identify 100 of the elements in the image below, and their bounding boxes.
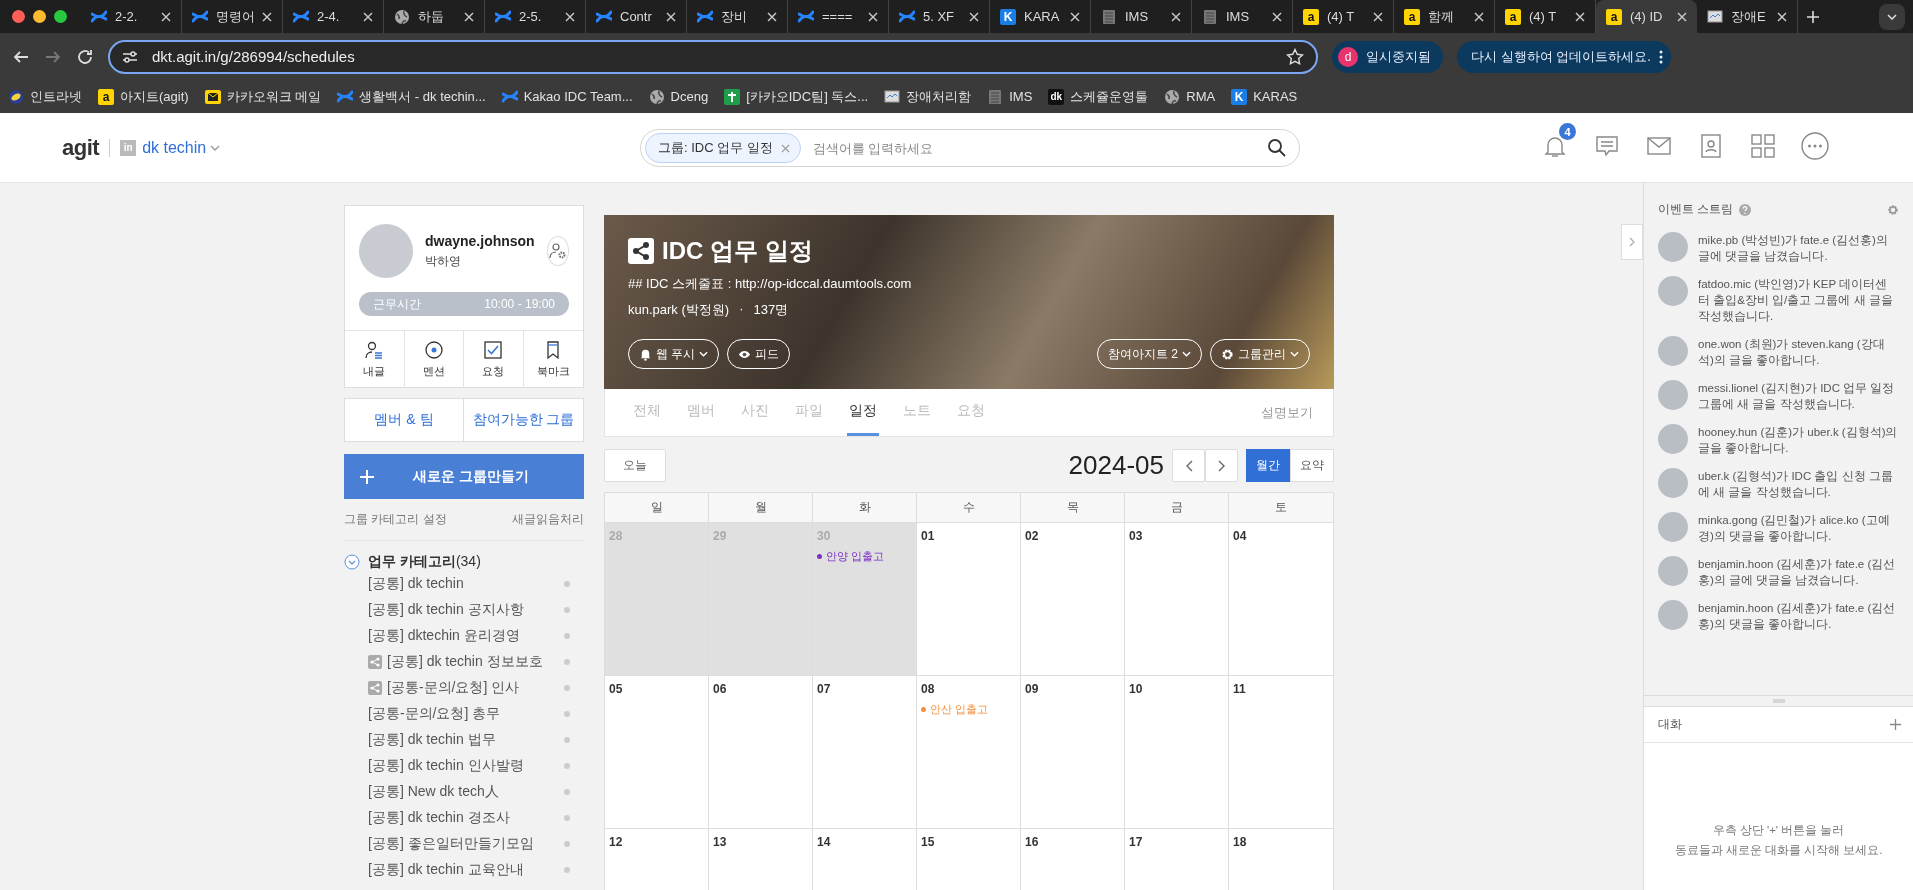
category-item[interactable]: [공통] dk techin 정보보호	[344, 649, 584, 675]
close-icon[interactable]	[969, 11, 979, 22]
bookmark-item[interactable]: RMA	[1164, 88, 1216, 105]
sidebar-link[interactable]: 그룹 카테고리 설정	[344, 511, 447, 528]
category-item[interactable]: [공통] dk techin 경조사	[344, 805, 584, 831]
group-tab[interactable]: 일정	[847, 389, 879, 436]
event-text[interactable]: one.won (최원)가 steven.kang (강대석)의 글을 좋아합니다.	[1698, 336, 1899, 368]
day-cell[interactable]: 06	[709, 676, 813, 829]
day-cell[interactable]: 05	[605, 676, 709, 829]
shortcut-button[interactable]: 북마크	[523, 331, 583, 387]
event-text[interactable]: hooney.hun (김훈)가 uber.k (김형석)의 글을 좋아합니다.	[1698, 424, 1899, 456]
logo-icon: K	[1000, 8, 1016, 25]
shortcut-button[interactable]: 요청	[464, 331, 524, 387]
cross-logo-icon	[337, 88, 354, 105]
day-cell[interactable]: 01	[917, 523, 1021, 676]
day-cell[interactable]: 09	[1021, 676, 1125, 829]
shortcut-button[interactable]: 멘션	[404, 331, 464, 387]
close-icon[interactable]	[868, 11, 878, 22]
separator-dot: ·	[739, 301, 744, 318]
caret-icon	[210, 144, 221, 151]
category-item[interactable]: [공통] New dk tech人	[344, 779, 584, 805]
calendar-event[interactable]: 안양 입출고	[817, 549, 912, 564]
star-icon[interactable]	[1286, 47, 1304, 66]
search-icon[interactable]	[1267, 138, 1287, 158]
bookmark-item[interactable]: [카카오IDC팀] 독스...	[724, 87, 869, 106]
minimize-window-icon[interactable]	[33, 10, 46, 23]
bookmark-item[interactable]: 인트라넷	[8, 87, 82, 106]
close-icon[interactable]	[1777, 11, 1787, 22]
site-settings-icon[interactable]	[122, 49, 138, 64]
bookmark-item[interactable]: 카카오워크 메일	[204, 87, 322, 106]
close-icon[interactable]	[1171, 11, 1181, 22]
category-item[interactable]: [공통-문의/요청] 인사	[344, 675, 584, 701]
bookmark-item[interactable]: Kakao IDC Team...	[501, 88, 633, 105]
close-window-icon[interactable]	[12, 10, 25, 23]
category-item[interactable]: [공통] dk techin 인사발령	[344, 753, 584, 779]
event-text[interactable]: minka.gong (김민철)가 alice.ko (고예경)의 댓글을 좋아합니다.	[1698, 512, 1899, 544]
group-owner[interactable]: kun.park (박정원)	[628, 301, 730, 319]
today-button[interactable]: 오늘	[604, 449, 666, 482]
bookmark-item[interactable]: K KARAS	[1231, 88, 1298, 105]
browser-tab[interactable]: a (4) ID	[1596, 0, 1697, 33]
day-cell[interactable]: 10	[1125, 676, 1229, 829]
settings-icon[interactable]	[1887, 203, 1899, 216]
close-icon[interactable]	[1474, 11, 1484, 22]
category-title[interactable]: 업무 카테고리(34)	[368, 553, 481, 571]
close-icon[interactable]	[1677, 11, 1687, 22]
bookmark-item[interactable]: dk 스케쥴운영툴	[1048, 87, 1149, 106]
add-icon[interactable]	[1890, 719, 1901, 730]
update-button[interactable]: 다시 실행하여 업데이트하세요.	[1457, 40, 1671, 73]
close-icon[interactable]	[666, 11, 676, 22]
category-item[interactable]: [공통] dk techin 공지사항	[344, 597, 584, 623]
category-item[interactable]: [공통-문의/요청] 총무	[344, 701, 584, 727]
close-icon[interactable]	[1575, 11, 1585, 22]
day-cell[interactable]: 02	[1021, 523, 1125, 676]
category-item[interactable]: [공통] dktechin 윤리경영	[344, 623, 584, 649]
event-text[interactable]: fatdoo.mic (박인영)가 KEP 데이터센터 출입&장비 입/출고 그룹에 새 글을 작성했습니다.	[1698, 276, 1899, 324]
bookmark-item[interactable]: 생활백서 - dk techin...	[337, 87, 486, 106]
close-icon[interactable]	[1272, 11, 1282, 22]
new-group-button[interactable]: 새로운 그룹만들기	[344, 454, 584, 499]
sidebar-link[interactable]: 새글읽음처리	[512, 511, 584, 528]
address-bar[interactable]: dkt.agit.in/g/286994/schedules	[108, 39, 1318, 74]
close-icon[interactable]	[363, 11, 373, 22]
org-selector[interactable]: dk techin	[142, 138, 221, 157]
reload-icon[interactable]	[76, 47, 94, 66]
more-icon[interactable]	[1658, 48, 1663, 65]
shortcut-button[interactable]: 내글	[345, 331, 405, 387]
bookmark-item[interactable]: 장애처리함	[884, 87, 972, 106]
tab-search-button[interactable]	[1879, 3, 1905, 30]
maximize-window-icon[interactable]	[54, 10, 67, 23]
category-item[interactable]: [공통] 좋은일터만들기모임	[344, 831, 584, 857]
bookmark-item[interactable]: a 아지트(agit)	[98, 87, 189, 106]
logo-text[interactable]: agit	[62, 134, 100, 161]
close-icon[interactable]	[1373, 11, 1383, 22]
category-item[interactable]: [공통] dk techin	[344, 571, 584, 597]
close-icon[interactable]	[1070, 11, 1080, 22]
close-icon[interactable]	[565, 11, 575, 22]
close-icon[interactable]	[464, 11, 474, 22]
close-icon[interactable]	[767, 11, 777, 22]
chat-title: 대화	[1658, 716, 1682, 733]
view-toggle-button[interactable]: 월간	[1246, 449, 1290, 482]
group-link-button[interactable]: 참여가능한 그룹	[464, 398, 584, 442]
bookmark-item[interactable]: IMS	[987, 88, 1033, 105]
day-cell[interactable]: 08 안산 입출고	[917, 676, 1021, 829]
close-icon[interactable]	[262, 11, 272, 22]
event-text[interactable]: messi.lionel (김지현)가 IDC 업무 일정 그룹에 새 글을 작성했습니다.	[1698, 380, 1899, 412]
group-link-button[interactable]: 멤버 & 팀	[344, 398, 464, 442]
profile-button[interactable]: d 일시중지됨	[1332, 40, 1443, 73]
day-cell[interactable]: 03	[1125, 523, 1229, 676]
category-item[interactable]: [공통] dk techin 교육안내	[344, 857, 584, 883]
new-tab-icon[interactable]	[1806, 9, 1820, 24]
day-cell[interactable]: 07	[813, 676, 917, 829]
event-text[interactable]: mike.pb (박성빈)가 fate.e (김선홍)의 글에 댓글을 남겼습니다.	[1698, 232, 1899, 264]
view-toggle-button[interactable]: 요약	[1290, 449, 1334, 482]
event-text[interactable]: uber.k (김형석)가 IDC 출입 신청 그룹에 새 글을 작성했습니다.	[1698, 468, 1899, 500]
filter-chip[interactable]: 그룹: IDC 업무 일정	[645, 133, 801, 163]
close-icon[interactable]	[161, 11, 171, 22]
event-text[interactable]: benjamin.hoon (김세훈)가 fate.e (김선홍)의 댓글을 좋아합니다.	[1698, 600, 1899, 632]
bookmark-item[interactable]: Dceng	[648, 88, 709, 105]
collapse-toggle-icon[interactable]	[344, 554, 360, 570]
category-item[interactable]: [공통] dk techin 법무	[344, 727, 584, 753]
event-text[interactable]: benjamin.hoon (김세훈)가 fate.e (김선홍)의 글에 댓글을 남겼습니다.	[1698, 556, 1899, 588]
